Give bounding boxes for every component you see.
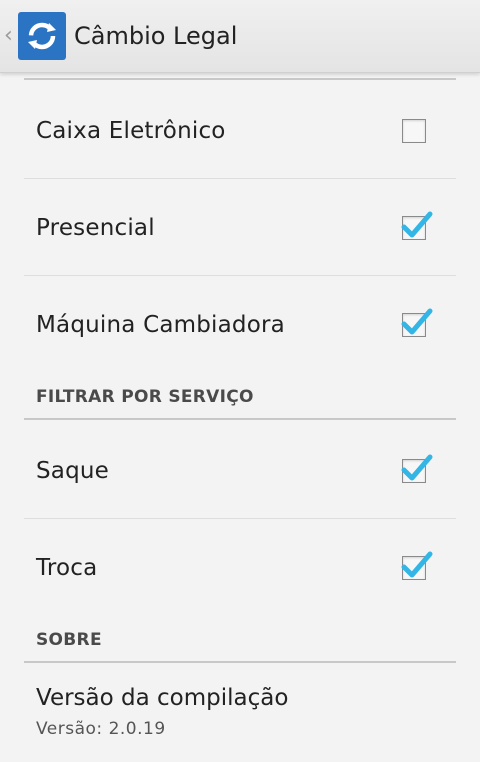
app-logo-icon[interactable]	[18, 12, 66, 60]
app-title: Câmbio Legal	[74, 22, 238, 50]
section-divider	[24, 78, 456, 80]
checkmark-icon	[401, 454, 433, 480]
pref-label: Saque	[36, 457, 110, 484]
pref-label: Caixa Eletrônico	[36, 117, 226, 144]
checkbox-checked[interactable]	[390, 447, 438, 495]
pref-summary: Versão: 2.0.19	[36, 719, 166, 739]
section-divider	[24, 418, 456, 420]
checkmark-icon	[401, 308, 433, 335]
checkmark-icon	[401, 551, 433, 578]
section-header-filtrar-servico: FILTRAR POR SERVIÇO	[36, 387, 254, 407]
pref-presencial[interactable]: Presencial	[24, 180, 456, 276]
checkmark-icon	[401, 211, 433, 237]
checkbox-checked[interactable]	[390, 301, 438, 349]
pref-label: Troca	[36, 555, 98, 581]
up-caret-icon[interactable]: ‹	[4, 25, 16, 47]
pref-title: Versão da compilação	[36, 685, 289, 711]
pref-maquina-cambiadora[interactable]: Máquina Cambiadora	[24, 277, 456, 373]
section-header-sobre: SOBRE	[36, 630, 102, 650]
pref-label: Presencial	[36, 214, 155, 241]
pref-versao-compilacao[interactable]: Versão da compilação Versão: 2.0.19	[36, 685, 288, 739]
action-bar: ‹ Câmbio Legal	[0, 0, 480, 73]
section-divider	[24, 661, 456, 663]
checkbox-unchecked[interactable]	[390, 107, 438, 155]
pref-saque[interactable]: Saque	[24, 423, 456, 519]
checkbox-checked[interactable]	[390, 204, 438, 252]
checkbox-checked[interactable]	[390, 544, 438, 592]
pref-label: Máquina Cambiadora	[36, 312, 285, 338]
pref-troca[interactable]: Troca	[24, 520, 456, 616]
pref-caixa-eletronico[interactable]: Caixa Eletrônico	[24, 83, 456, 179]
